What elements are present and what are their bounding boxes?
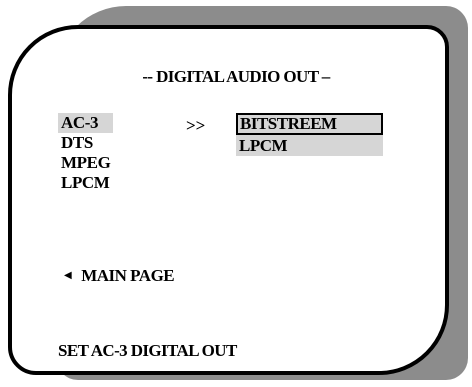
main-page-link[interactable]: ◀ MAIN PAGE <box>64 266 175 286</box>
status-text: SET AC-3 DIGITAL OUT <box>58 341 237 360</box>
output-option-list: BITSTREEM LPCM <box>236 113 383 156</box>
left-triangle-icon: ◀ <box>64 270 72 281</box>
submenu-arrow: >> <box>186 116 206 135</box>
format-item-mpeg[interactable]: MPEG <box>58 153 113 173</box>
format-item-dts[interactable]: DTS <box>58 133 113 153</box>
format-item-lpcm[interactable]: LPCM <box>58 173 113 193</box>
option-item-lpcm[interactable]: LPCM <box>236 135 383 156</box>
option-item-bitstream[interactable]: BITSTREEM <box>236 113 383 135</box>
menu-title: -- DIGITAL AUDIO OUT – <box>142 67 330 86</box>
format-item-ac3[interactable]: AC-3 <box>58 113 114 133</box>
main-page-label: MAIN PAGE <box>81 266 175 285</box>
audio-format-list: AC-3 DTS MPEG LPCM <box>58 113 114 193</box>
